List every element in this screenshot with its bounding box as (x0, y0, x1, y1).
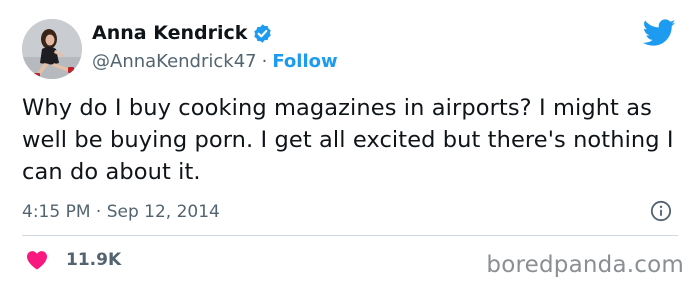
tweet-text: Why do I buy cooking magazines in airpor… (22, 95, 674, 185)
heart-icon (27, 251, 47, 270)
author-handle[interactable]: @AnnaKendrick47 (92, 51, 257, 72)
avatar[interactable] (22, 19, 82, 79)
like-button[interactable]: 11.9K (26, 248, 121, 272)
separator-dot: · (261, 51, 268, 72)
avatar-photo (22, 19, 82, 79)
like-count: 11.9K (66, 250, 122, 270)
watermark: boredpanda.com (486, 252, 684, 278)
author-name-row: Anna Kendrick (92, 21, 273, 45)
divider (22, 235, 678, 236)
author-handle-row: @AnnaKendrick47 · Follow (92, 50, 338, 74)
verified-badge-icon (254, 23, 272, 43)
twitter-bird-icon[interactable] (643, 19, 676, 47)
author-name[interactable]: Anna Kendrick (92, 21, 247, 45)
tweet-timestamp[interactable]: 4:15 PM · Sep 12, 2014 (22, 200, 220, 224)
info-icon[interactable] (650, 200, 672, 222)
follow-button[interactable]: Follow (272, 51, 337, 72)
